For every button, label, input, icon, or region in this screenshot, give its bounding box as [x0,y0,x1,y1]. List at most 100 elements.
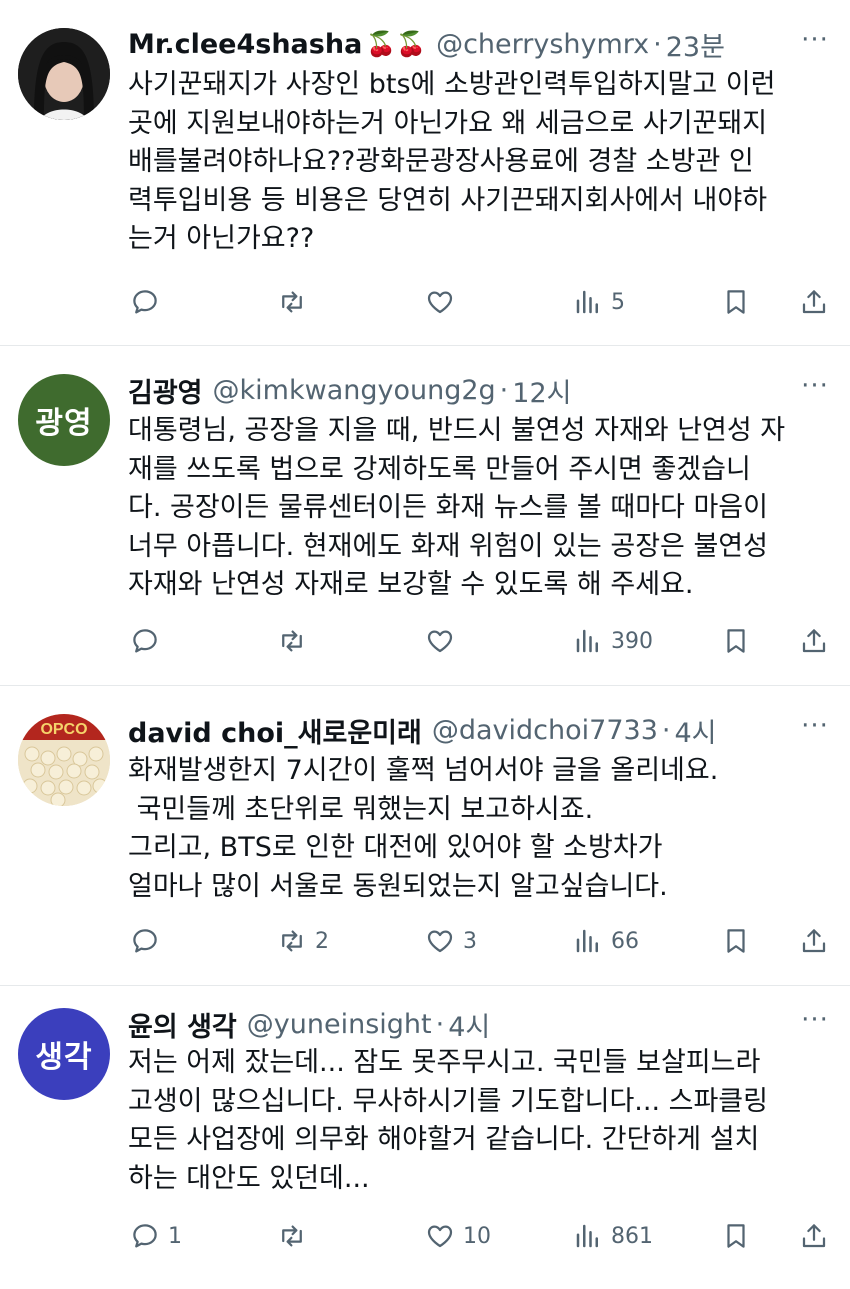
action-bar: 1 10 861 [0,1216,850,1256]
svg-text:OPCO: OPCO [40,721,87,738]
bookmark-button[interactable] [721,921,751,961]
view-count: 66 [611,928,639,954]
bookmark-icon [727,629,745,653]
bookmark-icon [727,1224,745,1248]
share-icon [802,290,826,314]
avatar[interactable]: OPCO [18,714,110,806]
tweet-text-line: 저는 어제 잤는데... 잠도 못주무시고. 국민들 보살피느라 [128,1047,761,1078]
cherry-emoji: 🍒🍒 [366,30,427,58]
more-options-icon[interactable]: ··· [800,1007,830,1040]
views-button[interactable]: 390 [573,621,653,661]
tweet-text-line: 다. 공장이든 물류센터이든 화재 뉴스를 볼 때마다 마음이 [128,492,768,523]
like-count: 10 [463,1223,491,1249]
tweet-text-line: 모든 사업장에 의무화 해야할거 같습니다. 간단하게 설치 [128,1124,760,1155]
reply-icon [133,290,157,314]
views-button[interactable]: 5 [573,282,625,322]
avatar[interactable] [18,28,110,120]
view-count: 5 [611,289,625,315]
views-button[interactable]: 861 [573,1216,653,1256]
repost-icon [282,930,302,952]
tweet-text-line: 너무 아픕니다. 현재에도 화재 위험이 있는 공장은 불연성 [128,530,768,562]
reply-count: 1 [168,1223,182,1249]
avatar[interactable]: 광영 [18,374,110,466]
timestamp[interactable]: 4시 [448,1005,490,1044]
tweet-text-line: 하는 대안도 있던데... [128,1162,370,1194]
reply-button[interactable] [130,621,168,661]
tweet-text-line: 재를 쓰도록 법으로 강제하도록 만들어 주시면 좋겠습니 [128,453,751,485]
like-button[interactable] [425,282,463,322]
heart-icon [427,1225,453,1248]
separator-dot: · [653,28,662,60]
like-button[interactable] [425,621,463,661]
repost-button[interactable]: 2 [277,921,329,961]
tweet-1[interactable]: Mr.clee4shasha 🍒🍒 @cherryshymrx · 23분 ··… [0,0,850,346]
repost-icon [282,630,302,652]
tweet-text-line: 자재와 난연성 자재로 보강할 수 있도록 해 주세요. [128,569,694,600]
more-options-icon[interactable]: ··· [800,713,830,746]
tweet-2[interactable]: 광영 김광영 @kimkwangyoung2g · 12시 ··· 대통령님, … [0,346,850,686]
tweet-text-line: 국민들께 초단위로 뭐했는지 보고하시죠. [128,793,594,825]
tweet-4[interactable]: 생각 윤의 생각 @yuneinsight · 4시 ··· 저는 어제 잤는데… [0,986,850,1289]
timestamp[interactable]: 23분 [666,25,725,64]
tweet-text-line: 그리고, BTS로 인한 대전에 있어야 할 소방차가 [128,832,663,863]
like-button[interactable]: 3 [425,921,477,961]
reply-button[interactable] [130,921,168,961]
timestamp[interactable]: 4시 [674,711,716,750]
tweet-3[interactable]: OPCO david choi_새로운미래 @davidchoi7733 · 4… [0,686,850,986]
tweet-text-line: 배를불려야하나요??광화문광장사용료에 경찰 소방관 인 [128,146,754,177]
view-count: 861 [611,1223,653,1249]
like-count: 3 [463,928,477,954]
author-name[interactable]: david choi_새로운미래 [128,711,422,750]
repost-button[interactable] [277,282,315,322]
like-button[interactable]: 10 [425,1216,491,1256]
view-count: 390 [611,628,653,654]
reply-icon [133,929,157,953]
bookmark-button[interactable] [721,282,751,322]
author-handle[interactable]: @cherryshymrx [436,29,649,60]
share-button[interactable] [799,621,829,661]
repost-count: 2 [315,928,329,954]
timestamp[interactable]: 12시 [512,371,571,410]
separator-dot: · [661,714,671,746]
action-bar: 2 3 66 [0,921,850,961]
author-name[interactable]: Mr.clee4shasha [128,29,362,60]
share-icon [802,929,826,953]
avatar[interactable]: 생각 [18,1008,110,1100]
share-icon [802,629,826,653]
views-chart-icon [576,290,598,314]
repost-button[interactable] [277,1216,315,1256]
reply-button[interactable] [130,282,168,322]
bookmark-icon [727,290,745,314]
tweet-text-line: 는거 아닌가요?? [128,223,315,254]
author-handle[interactable]: @davidchoi7733 [432,715,658,746]
author-name[interactable]: 윤의 생각 [128,1005,237,1044]
tweet-text-line: 화재발생한지 7시간이 훌쩍 넘어서야 글을 올리네요. [128,755,719,786]
tweet-text-line: 력투입비용 등 비용은 당연히 사기끈돼지회사에서 내야하 [128,184,768,216]
action-bar: 5 [0,282,850,322]
views-button[interactable]: 66 [573,921,639,961]
bookmark-button[interactable] [721,621,751,661]
author-handle[interactable]: @yuneinsight [247,1009,432,1040]
share-button[interactable] [799,282,829,322]
tweet-text-line: 사기꾼돼지가 사장인 bts에 소방관인력투입하지말고 이런 [128,69,776,100]
repost-button[interactable] [277,621,315,661]
avatar-initials: 생각 [35,1040,93,1075]
author-handle[interactable]: @kimkwangyoung2g [213,375,496,406]
popcorn-image: OPCO [18,714,110,806]
tweet-text: 대통령님, 공장을 지을 때, 반드시 불연성 자재와 난연성 자 재를 쓰도록… [128,412,836,605]
heart-icon [427,291,453,314]
share-button[interactable] [799,1216,829,1256]
separator-dot: · [435,1008,445,1040]
author-name[interactable]: 김광영 [128,371,203,410]
bookmark-button[interactable] [721,1216,751,1256]
tweet-text-line: 대통령님, 공장을 지을 때, 반드시 불연성 자재와 난연성 자 [128,415,786,446]
more-options-icon[interactable]: ··· [800,373,830,406]
action-bar: 390 [0,621,850,661]
separator-dot: · [499,374,509,406]
heart-icon [427,930,453,953]
share-button[interactable] [799,921,829,961]
reply-icon [133,1224,157,1248]
more-options-icon[interactable]: ··· [800,27,830,60]
reply-button[interactable]: 1 [130,1216,182,1256]
views-chart-icon [576,629,598,653]
